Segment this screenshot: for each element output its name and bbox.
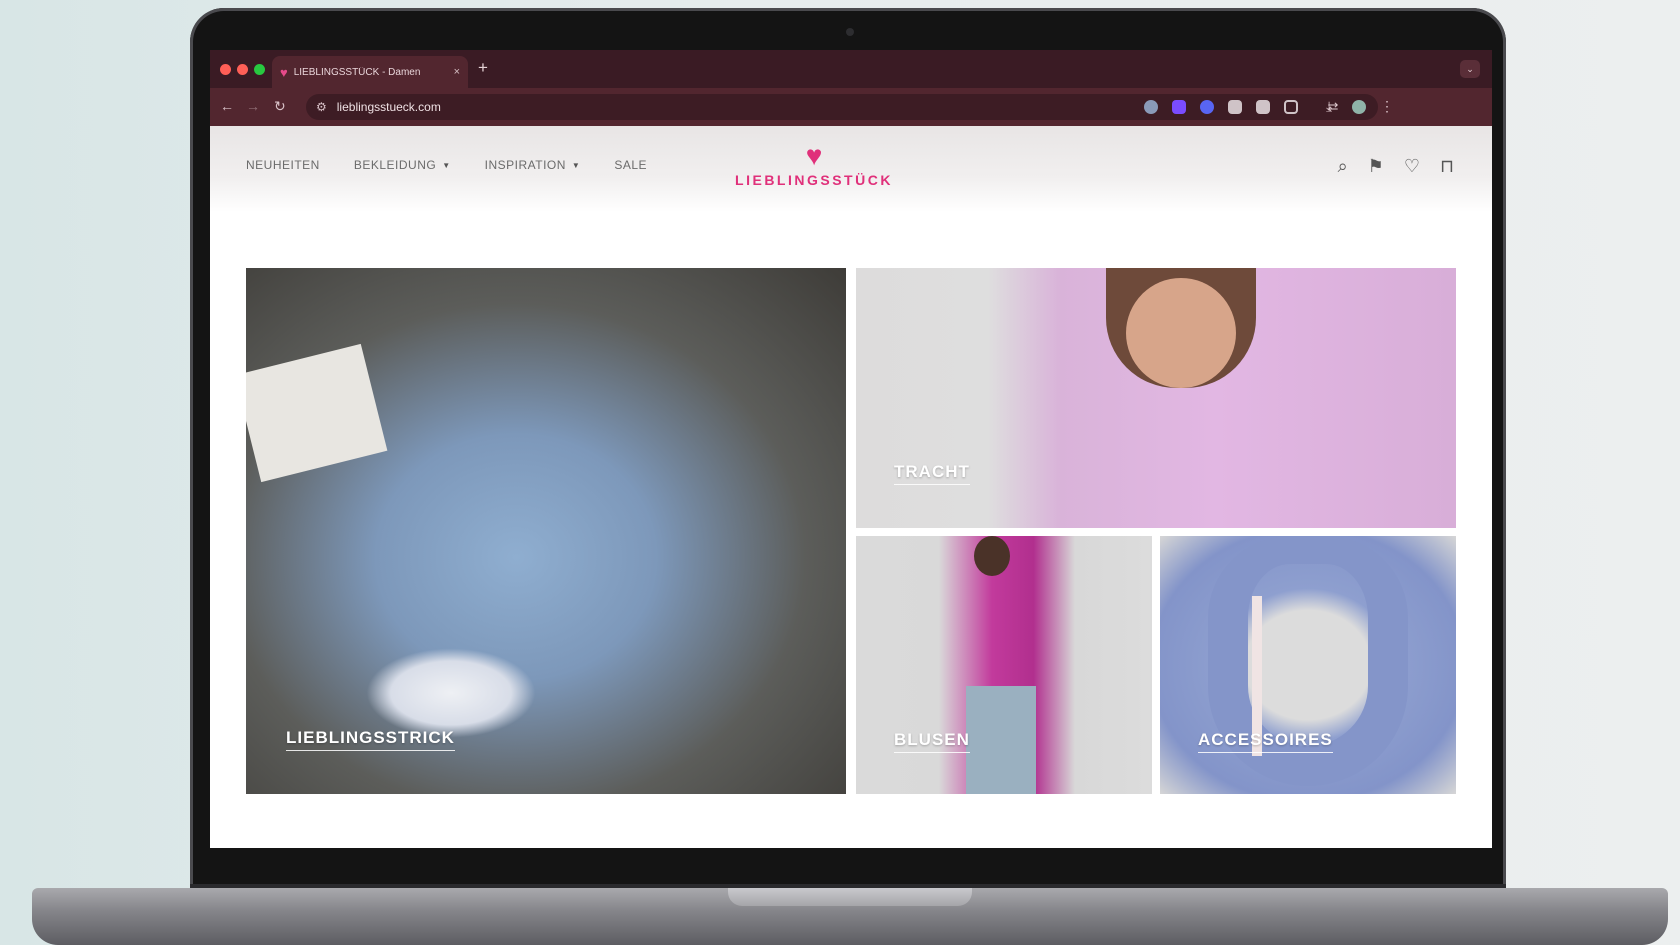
tile-photo [366,648,536,738]
extension-icon[interactable] [1228,100,1242,114]
tile-label: BLUSEN [894,730,970,753]
nav-item-bekleidung[interactable]: BEKLEIDUNG ▼ [354,158,451,172]
nav-item-label: INSPIRATION [484,158,566,172]
address-bar[interactable]: ⚙ lieblingsstueck.com ⇄ ☆ [306,94,1378,120]
tile-label: LIEBLINGSSTRICK [286,728,455,751]
tile-photo [966,686,1036,794]
tile-photo [246,343,388,483]
extension-icon[interactable] [1144,100,1158,114]
bookmark-icon[interactable]: ⚑ [1368,156,1384,177]
webcam [846,28,854,36]
nav-item-sale[interactable]: SALE [614,158,647,172]
nav-item-label: NEUHEITEN [246,158,320,172]
header-actions: ⌕ ⚑ ♡ ⊓ [1338,156,1454,177]
browser-menu-icon[interactable]: ⋮ [1380,98,1394,115]
close-window-button[interactable] [220,64,231,75]
nav-item-label: SALE [614,158,648,172]
browser-tab-bar: ♥ LIEBLINGSSTÜCK - Damen × + ⌄ [210,50,1492,88]
heart-logo-icon: ♥ [805,140,823,171]
profile-avatar[interactable] [1352,100,1366,114]
extension-icon[interactable] [1200,100,1214,114]
nav-item-inspiration[interactable]: INSPIRATION ▼ [485,158,581,172]
tab-close-icon[interactable]: × [454,66,460,78]
chevron-down-icon: ▼ [442,160,451,170]
tile-label: TRACHT [894,462,970,485]
extensions-puzzle-icon[interactable] [1284,100,1298,114]
category-tile-lieblingsstrick[interactable]: LIEBLINGSSTRICK [246,268,846,794]
maximize-window-button[interactable] [254,64,265,75]
tab-search-button[interactable]: ⌄ [1460,60,1480,78]
tile-photo [1126,278,1236,388]
download-icon[interactable]: ⤓ [1326,98,1332,115]
laptop-notch [728,888,972,906]
heart-favicon-icon: ♥ [280,64,288,80]
extension-icon[interactable] [1172,100,1186,114]
browser-tab[interactable]: ♥ LIEBLINGSSTÜCK - Damen × [272,56,468,88]
chevron-down-icon: ▼ [571,160,581,170]
category-tile-blusen[interactable]: BLUSEN [856,536,1152,794]
back-arrow-icon[interactable]: ← [220,98,234,114]
tile-label: ACCESSOIRES [1198,730,1333,753]
reload-icon[interactable]: ↻ [274,98,286,115]
brand-name: LIEBLINGSSTÜCK [735,172,893,188]
brand-logo[interactable]: ♥ LIEBLINGSSTÜCK [734,140,894,189]
minimize-window-button[interactable] [237,64,248,75]
site-header: NEUHEITEN BEKLEIDUNG ▼ INSPIRATION ▼ SALE … [210,126,1492,212]
new-tab-button[interactable]: + [478,58,488,78]
nav-item-label: BEKLEIDUNG [353,158,437,172]
heart-icon[interactable]: ♡ [1404,156,1420,177]
site-settings-icon[interactable]: ⚙ [316,100,327,114]
category-tile-accessoires[interactable]: ACCESSOIRES [1160,536,1456,794]
extension-icon[interactable] [1256,100,1270,114]
main-navigation: NEUHEITEN BEKLEIDUNG ▼ INSPIRATION ▼ SALE [246,158,647,172]
category-tile-tracht[interactable]: TRACHT [856,268,1456,528]
tab-title: LIEBLINGSSTÜCK - Damen [293,66,421,78]
nav-item-neuheiten[interactable]: NEUHEITEN [246,158,320,172]
laptop-screen: ♥ LIEBLINGSSTÜCK - Damen × + ⌄ ← → ↻ ⚙ l… [210,50,1492,848]
bag-icon[interactable]: ⊓ [1440,156,1454,177]
forward-arrow-icon[interactable]: → [246,98,260,114]
browser-toolbar: ← → ↻ ⚙ lieblingsstueck.com ⇄ ☆ ⤓ ⋮ [210,88,1492,126]
tile-photo [974,536,1010,576]
search-icon[interactable]: ⌕ [1338,156,1348,177]
